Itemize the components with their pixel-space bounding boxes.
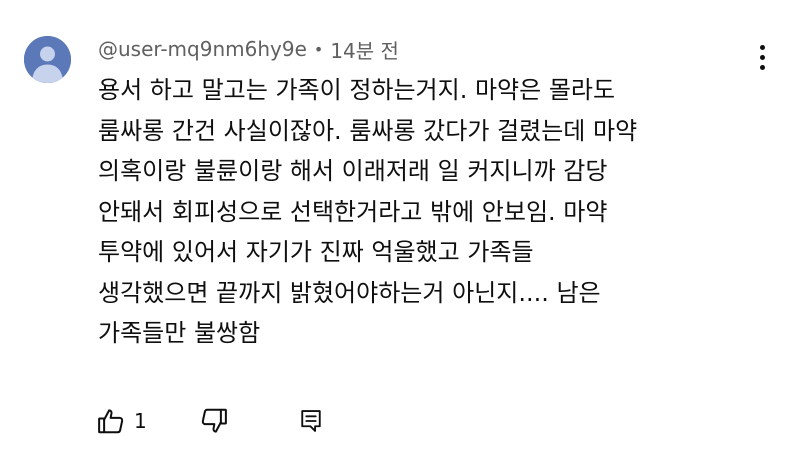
comment-text-line: 생각했으면 끝까지 밝혔어야하는거 아닌지.... 남은 bbox=[98, 278, 601, 307]
reply-comment-icon bbox=[301, 410, 321, 432]
comment-text: 용서 하고 말고는 가족이 정하는거지. 마약은 몰라도 룸싸롱 간건 사실이잖… bbox=[98, 70, 758, 354]
thumbs-down-icon bbox=[201, 408, 227, 433]
comment-text-line: 가족들만 불쌍함 bbox=[98, 319, 261, 347]
more-vertical-icon bbox=[759, 64, 765, 70]
avatar[interactable] bbox=[24, 36, 71, 83]
comment-actions: 1 bbox=[92, 403, 325, 439]
comment-text-line: 의혹이랑 불륜이랑 해서 이래저래 일 커지니까 감당 bbox=[98, 157, 608, 185]
dislike-button[interactable] bbox=[199, 406, 229, 436]
reply-button[interactable] bbox=[297, 407, 325, 435]
more-vertical-icon bbox=[759, 44, 765, 50]
more-options-button[interactable] bbox=[748, 40, 776, 74]
comment-text-line: 안돼서 회피성으로 선택한거라고 밖에 안보임. 마약 bbox=[98, 197, 608, 226]
default-avatar-icon bbox=[24, 36, 71, 83]
comment-text-line: 룸싸롱 간건 사실이잖아. 룸싸롱 갔다가 걸렸는데 마약 bbox=[98, 116, 638, 145]
comment-text-line: 용서 하고 말고는 가족이 정하는거지. 마약은 몰라도 bbox=[98, 76, 616, 104]
thumbs-up-icon bbox=[98, 409, 124, 434]
more-vertical-icon bbox=[759, 54, 765, 60]
comment-timestamp[interactable]: 14분 전 bbox=[330, 35, 399, 64]
comment-header: @user-mq9nm6hy9e • 14분 전 bbox=[98, 34, 399, 64]
comment-item: @user-mq9nm6hy9e • 14분 전 용서 하고 말고는 가족이 정… bbox=[0, 0, 800, 451]
like-button[interactable]: 1 bbox=[96, 406, 147, 436]
comment-text-line: 투약에 있어서 자기가 진짜 억울했고 가족들 bbox=[98, 238, 534, 266]
like-count: 1 bbox=[134, 409, 147, 433]
header-separator: • bbox=[313, 39, 324, 59]
author-name[interactable]: @user-mq9nm6hy9e bbox=[98, 37, 307, 61]
